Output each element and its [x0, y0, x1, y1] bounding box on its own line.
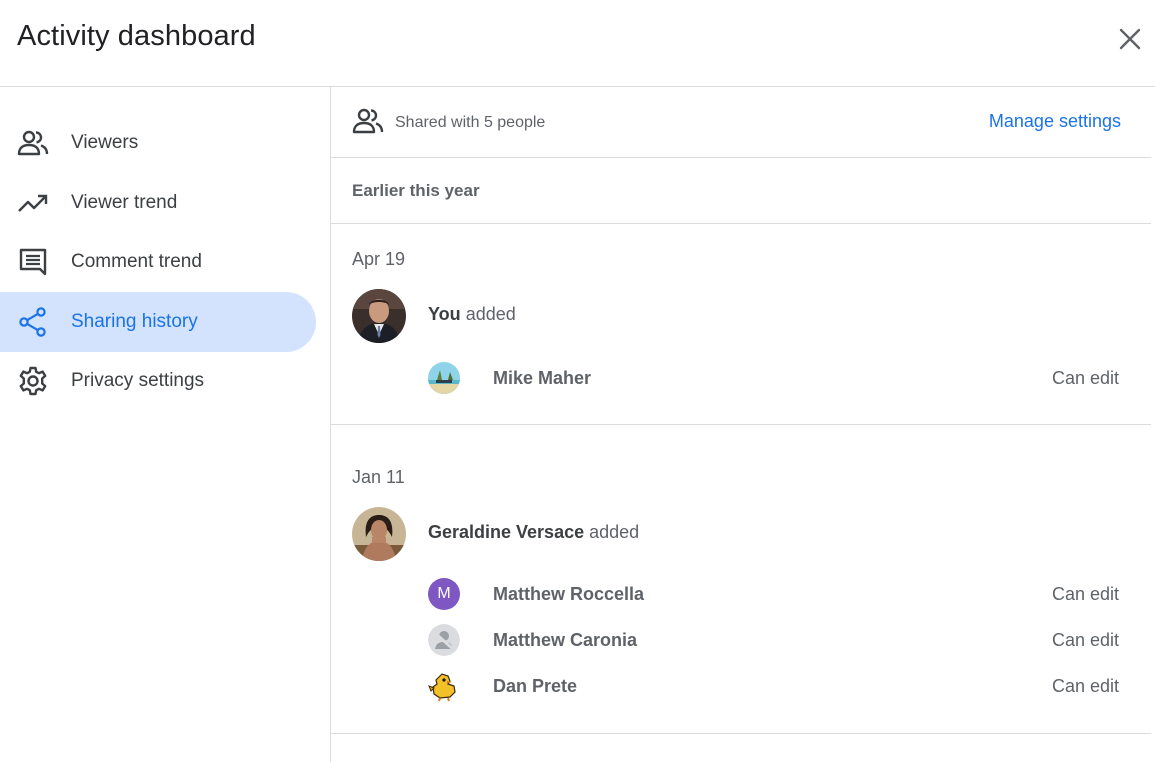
shared-person-row: Mike Maher Can edit	[331, 362, 1151, 396]
manage-settings-link[interactable]: Manage settings	[989, 111, 1121, 132]
sidebar-item-label: Viewer trend	[71, 192, 178, 213]
person-name: Matthew Caronia	[493, 630, 638, 650]
sidebar-item-label: Viewers	[71, 132, 139, 153]
action-text: added	[589, 522, 640, 542]
history-date: Apr 19	[352, 249, 406, 269]
sidebar-item-viewer-trend[interactable]: Viewer trend	[0, 173, 316, 233]
sidebar: Viewers Viewer trend Comment trend Shari…	[0, 87, 331, 762]
shared-count-text: Shared with 5 people	[395, 114, 546, 131]
sharing-history-panel: Shared with 5 people Manage settings Ear…	[331, 87, 1151, 762]
person-role: Can edit	[1051, 584, 1119, 604]
close-icon	[1119, 28, 1141, 50]
gear-icon	[17, 365, 49, 397]
sidebar-item-privacy-settings[interactable]: Privacy settings	[0, 351, 316, 411]
sidebar-item-label: Sharing history	[71, 311, 198, 332]
person-name: Mike Maher	[493, 368, 592, 388]
sidebar-item-label: Comment trend	[71, 251, 202, 272]
action-text: added	[465, 304, 516, 324]
avatar: M	[428, 578, 460, 610]
person-name: Dan Prete	[493, 676, 578, 696]
close-button[interactable]	[1112, 21, 1148, 57]
actor-name: You	[428, 304, 461, 324]
person-role: Can edit	[1051, 368, 1119, 388]
people-icon	[352, 107, 384, 137]
person-role: Can edit	[1051, 676, 1119, 696]
shared-person-row: M Matthew Roccella Can edit	[331, 578, 1151, 612]
avatar	[428, 670, 460, 702]
period-label: Earlier this year	[352, 181, 480, 200]
comment-icon	[17, 246, 49, 278]
history-actor-text: You added	[428, 304, 516, 325]
person-role: Can edit	[1051, 630, 1119, 650]
sidebar-item-sharing-history[interactable]: Sharing history	[0, 292, 316, 352]
trending-up-icon	[17, 187, 49, 219]
history-actor-text: Geraldine Versace added	[428, 522, 639, 543]
share-icon	[17, 306, 49, 338]
people-icon	[17, 127, 49, 159]
history-date: Jan 11	[352, 467, 405, 487]
period-header: Earlier this year	[331, 158, 1151, 224]
sidebar-item-viewers[interactable]: Viewers	[0, 113, 316, 173]
person-name: Matthew Roccella	[493, 584, 645, 604]
actor-name: Geraldine Versace	[428, 522, 585, 542]
shared-person-row: Matthew Caronia Can edit	[331, 624, 1151, 658]
avatar	[428, 624, 460, 656]
avatar	[352, 507, 406, 561]
shared-summary-bar: Shared with 5 people Manage settings	[331, 87, 1151, 158]
dialog-title: Activity dashboard	[17, 20, 256, 52]
sidebar-item-comment-trend[interactable]: Comment trend	[0, 232, 316, 292]
sidebar-item-label: Privacy settings	[71, 370, 205, 391]
shared-person-row: Dan Prete Can edit	[331, 670, 1151, 704]
avatar	[352, 289, 406, 343]
avatar	[428, 362, 460, 394]
dialog-header: Activity dashboard	[0, 0, 1155, 87]
